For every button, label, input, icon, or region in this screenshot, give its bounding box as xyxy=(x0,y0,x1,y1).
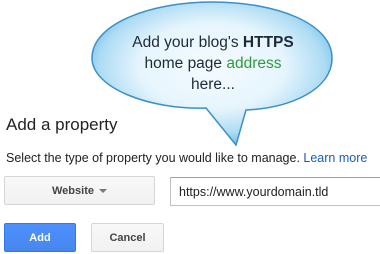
instruction-text: Select the type of property you would li… xyxy=(6,151,367,165)
property-type-dropdown[interactable]: Website xyxy=(4,176,155,205)
callout-line-2: home page address xyxy=(144,55,282,72)
callout-line-3: here... xyxy=(191,76,235,93)
chevron-down-icon xyxy=(98,189,107,193)
add-button[interactable]: Add xyxy=(4,223,76,252)
property-url-input[interactable] xyxy=(170,177,380,206)
cancel-button[interactable]: Cancel xyxy=(91,223,164,252)
callout-line-1: Add your blog's HTTPS xyxy=(132,34,294,51)
instruction-label: Select the type of property you would li… xyxy=(6,151,300,165)
callout-text: Add your blog's HTTPS home page address … xyxy=(108,32,318,95)
add-property-heading: Add a property xyxy=(6,115,118,134)
property-type-label: Website xyxy=(52,184,94,197)
learn-more-link[interactable]: Learn more xyxy=(303,151,367,165)
